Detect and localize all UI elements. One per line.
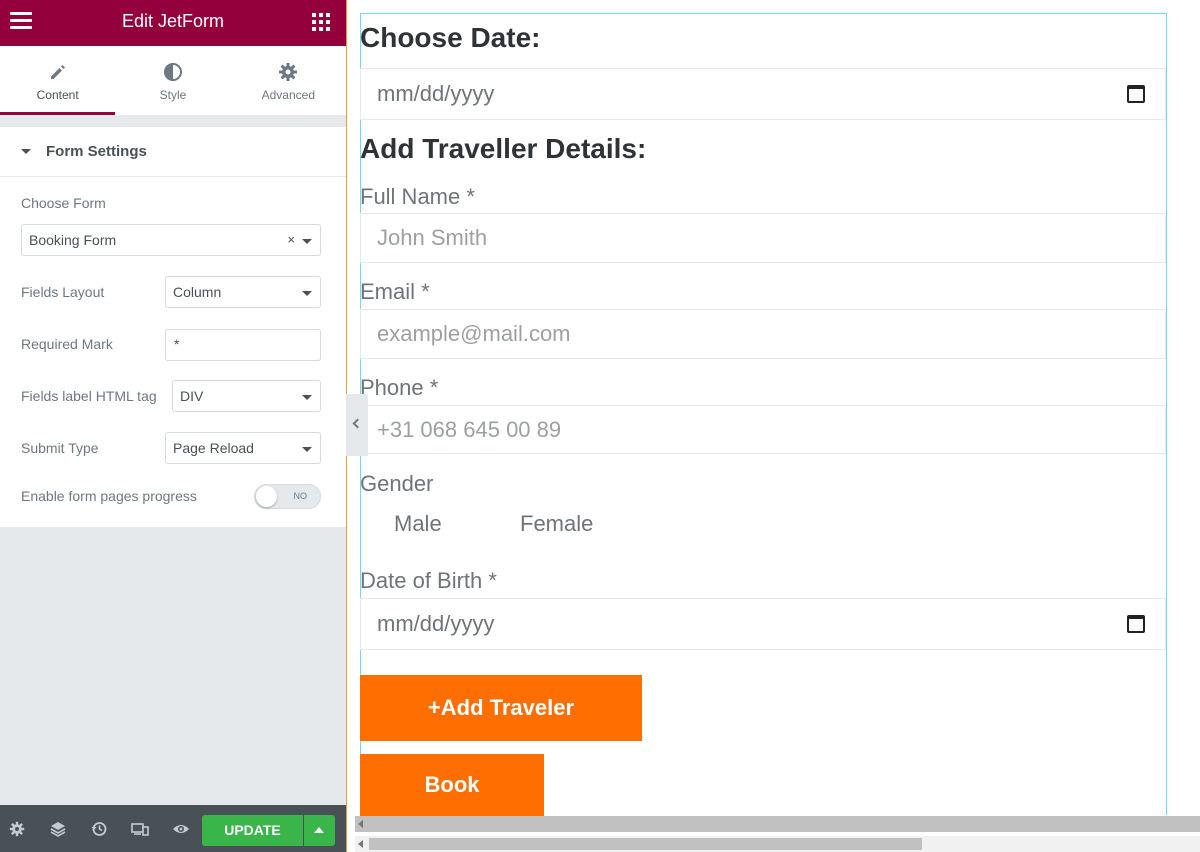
widgets-grid-icon[interactable] [312,13,330,31]
email-input[interactable]: example@mail.com [360,309,1166,359]
choose-form-select[interactable]: Booking Form × [21,224,321,256]
tab-content[interactable]: Content [0,46,116,115]
book-button[interactable]: Book [360,754,544,816]
panel-header: Edit JetForm [0,0,346,46]
full-name-input[interactable]: John Smith [360,213,1166,263]
dob-input[interactable]: mm/dd/yyyy [360,598,1166,650]
panel-tabs: Content Style Advanced [0,46,346,115]
app-root: Edit JetForm Content Style Advanced Form… [0,0,1200,852]
calendar-icon[interactable] [1127,85,1145,103]
gender-option-male[interactable]: Male [394,511,442,537]
fields-layout-label: Fields Layout [21,284,105,300]
chevron-down-icon [302,291,312,296]
choose-date-input[interactable]: mm/dd/yyyy [360,68,1166,120]
history-icon[interactable] [89,819,109,839]
chevron-left-icon [352,418,363,429]
tab-advanced[interactable]: Advanced [231,46,346,115]
pencil-icon [0,60,115,84]
scrollbar-thumb[interactable] [369,838,922,850]
scroll-left-icon[interactable] [358,820,363,828]
fields-layout-select[interactable]: Column [165,276,321,308]
label-tag-value: DIV [180,388,204,404]
half-circle-icon [115,60,230,84]
dob-placeholder: mm/dd/yyyy [377,611,495,636]
tab-separator [0,115,346,127]
tab-style-label: Style [159,88,187,102]
pages-progress-switch[interactable]: NO [254,484,321,509]
full-name-placeholder: John Smith [377,225,488,250]
caret-up-icon [314,827,324,833]
required-mark-label: Required Mark [21,336,113,352]
pages-progress-label: Enable form pages progress [21,488,197,504]
update-options-button[interactable] [304,815,335,846]
phone-placeholder: +31 068 645 00 89 [377,416,562,442]
dob-label: Date of Birth * [360,568,497,593]
tab-style[interactable]: Style [115,46,230,115]
full-name-label: Full Name * [360,184,475,209]
required-mark-input[interactable]: * [165,329,321,361]
update-button[interactable]: UPDATE [202,815,303,846]
responsive-icon[interactable] [130,819,150,839]
scroll-left-icon[interactable] [358,840,363,848]
gender-label: Gender [360,471,434,496]
form-settings-toggle[interactable]: Form Settings [0,127,346,177]
collapse-panel-button[interactable] [346,394,368,456]
choose-form-label: Choose Form [21,195,106,211]
phone-input[interactable]: +31 068 645 00 89 [360,405,1166,454]
calendar-icon[interactable] [1127,615,1145,633]
gender-option-female[interactable]: Female [520,511,593,537]
label-tag-select[interactable]: DIV [172,380,321,412]
panel-title: Edit JetForm [121,11,225,31]
tab-advanced-label: Advanced [261,88,315,102]
tab-content-label: Content [36,88,79,102]
choose-date-heading: Choose Date: [360,22,541,53]
editor-panel: Edit JetForm Content Style Advanced Form… [0,0,346,852]
horizontal-scrollbar[interactable] [355,836,1200,852]
fields-layout-value: Column [173,284,222,300]
caret-down-icon [21,149,31,154]
phone-label: Phone * [360,375,439,400]
eye-icon[interactable] [171,819,191,839]
horizontal-scrollbar-top[interactable] [355,816,1200,832]
layers-icon[interactable] [48,819,68,839]
label-tag-label: Fields label HTML tag [21,388,157,404]
form-settings-section: Form Settings [0,127,346,527]
switch-state: NO [293,491,308,501]
choose-date-placeholder: mm/dd/yyyy [377,81,495,106]
chevron-down-icon [302,447,312,452]
add-traveler-button[interactable]: +Add Traveler [360,675,642,741]
choose-form-value: Booking Form [29,232,117,248]
email-placeholder: example@mail.com [377,321,571,346]
submit-type-select[interactable]: Page Reload [165,432,321,464]
submit-type-label: Submit Type [21,440,99,456]
chevron-down-icon [302,395,312,400]
switch-knob [256,486,277,507]
gear-icon[interactable] [7,819,27,839]
preview-canvas: Choose Date: mm/dd/yyyy Add Traveller De… [346,0,1200,852]
chevron-down-icon [302,239,312,244]
traveller-heading: Add Traveller Details: [360,133,647,164]
submit-type-value: Page Reload [173,440,254,456]
clear-icon[interactable]: × [287,232,295,247]
email-label: Email * [360,279,430,304]
section-title: Form Settings [46,143,147,160]
gear-icon [231,60,346,84]
